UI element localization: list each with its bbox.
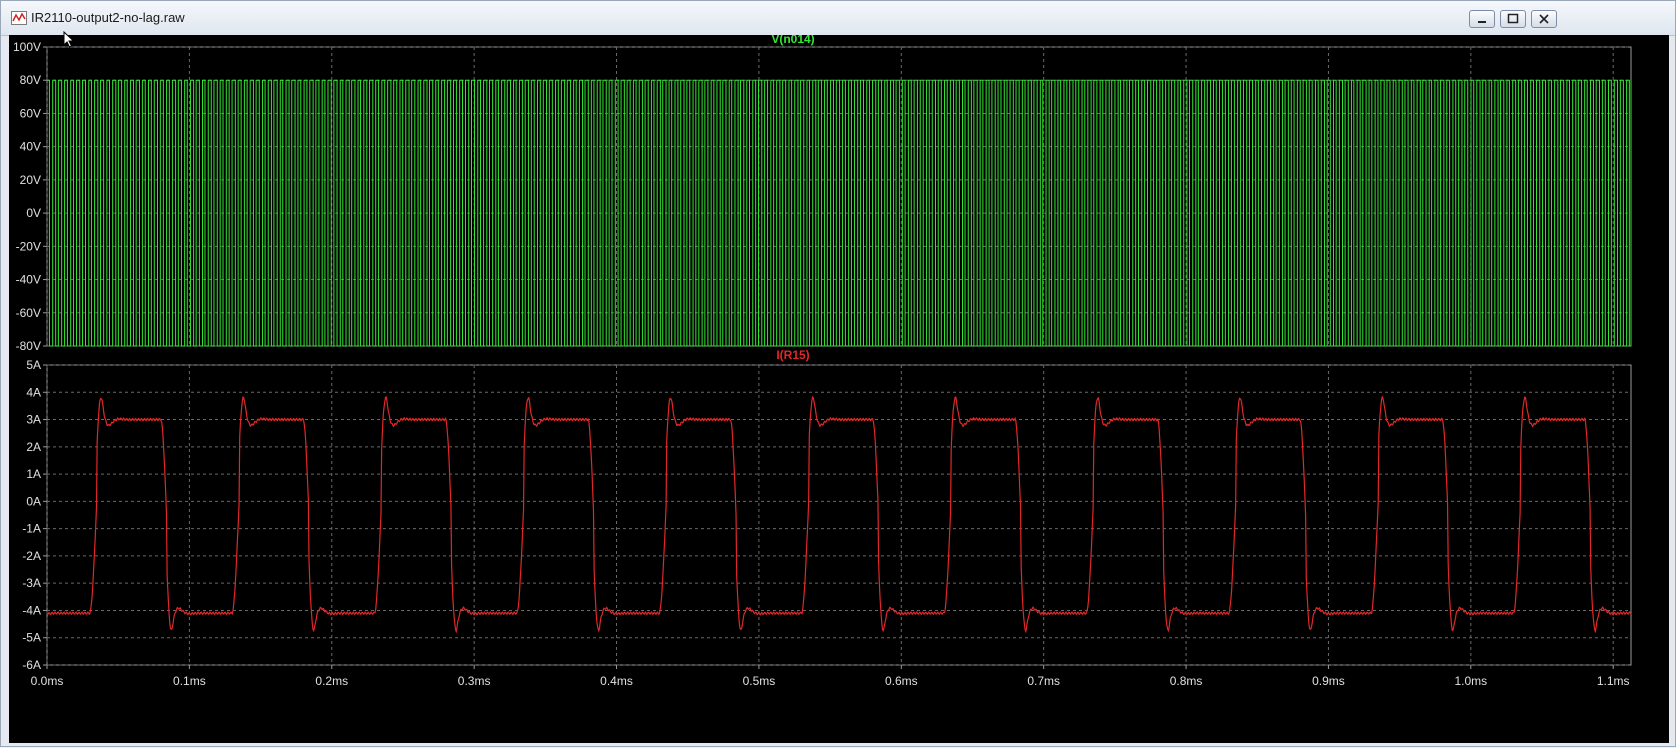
current-y-tick-label: -5A bbox=[22, 631, 41, 645]
time-tick-label: 0.6ms bbox=[885, 674, 918, 688]
minimize-icon bbox=[1478, 21, 1486, 23]
maximize-button[interactable] bbox=[1500, 10, 1526, 28]
voltage-y-tick-label: 0V bbox=[26, 206, 41, 220]
voltage-y-tick-label: 100V bbox=[13, 40, 41, 54]
time-tick-label: 0.7ms bbox=[1027, 674, 1060, 688]
maximize-icon bbox=[1507, 13, 1519, 24]
plot-window: IR2110-output2-no-lag.raw V(n014) 100V 80… bbox=[0, 0, 1676, 747]
current-pane[interactable]: I(R15) 5A 4A 3A 2A 1A 0A -1A -2A -3A -4A -5A -6A 0.… bbox=[22, 348, 1632, 688]
current-y-tick-label: 5A bbox=[26, 358, 41, 372]
current-y-axis: 5A 4A 3A 2A 1A 0A -1A -2A -3A -4A -5A -6A bbox=[22, 358, 47, 672]
mouse-cursor-icon bbox=[63, 30, 75, 54]
current-plot-frame bbox=[46, 364, 1632, 666]
voltage-y-tick-label: -20V bbox=[16, 239, 41, 253]
current-y-tick-label: 4A bbox=[26, 385, 41, 399]
current-trace-title[interactable]: I(R15) bbox=[776, 348, 809, 362]
current-trace[interactable] bbox=[46, 395, 1632, 634]
current-y-tick-label: -4A bbox=[22, 603, 41, 617]
voltage-y-tick-label: -40V bbox=[16, 273, 41, 287]
voltage-trace-title[interactable]: V(n014) bbox=[771, 32, 814, 46]
title-bar[interactable]: IR2110-output2-no-lag.raw bbox=[1, 1, 1675, 36]
time-tick-label: 0.1ms bbox=[173, 674, 206, 688]
time-tick-label: 0.0ms bbox=[31, 674, 64, 688]
current-y-tick-label: 3A bbox=[26, 413, 41, 427]
current-y-tick-label: 1A bbox=[26, 467, 41, 481]
current-y-tick-label: -6A bbox=[22, 658, 41, 672]
current-y-tick-label: 0A bbox=[26, 494, 41, 508]
time-axis: 0.0ms 0.1ms 0.2ms 0.3ms 0.4ms 0.5ms 0.6ms 0.7ms… bbox=[31, 665, 1630, 688]
voltage-y-tick-label: 20V bbox=[20, 173, 41, 187]
close-icon bbox=[1539, 14, 1549, 24]
voltage-y-tick-label: -80V bbox=[16, 339, 41, 353]
voltage-y-tick-label: 40V bbox=[20, 140, 41, 154]
time-tick-label: 0.3ms bbox=[458, 674, 491, 688]
time-tick-label: 1.0ms bbox=[1454, 674, 1487, 688]
voltage-y-tick-label: -60V bbox=[16, 306, 41, 320]
time-tick-label: 0.2ms bbox=[315, 674, 348, 688]
time-tick-label: 1.1ms bbox=[1597, 674, 1630, 688]
current-series-line[interactable] bbox=[46, 395, 1632, 634]
minimize-button[interactable] bbox=[1469, 10, 1495, 28]
waveform-icon bbox=[11, 11, 27, 25]
current-y-tick-label: -2A bbox=[22, 549, 41, 563]
window-title: IR2110-output2-no-lag.raw bbox=[31, 10, 185, 25]
time-tick-label: 0.4ms bbox=[600, 674, 633, 688]
voltage-y-axis: 100V 80V 60V 40V 20V 0V -20V -40V -60V -80V bbox=[13, 40, 47, 353]
current-y-tick-label: -3A bbox=[22, 576, 41, 590]
close-button[interactable] bbox=[1531, 10, 1557, 28]
plot-area[interactable]: V(n014) 100V 80V 60V 40V 20V 0V -20V -40V -60V -8… bbox=[9, 32, 1669, 743]
voltage-y-tick-label: 60V bbox=[20, 106, 41, 120]
current-grid bbox=[46, 364, 1631, 666]
time-tick-label: 0.5ms bbox=[743, 674, 776, 688]
time-tick-label: 0.9ms bbox=[1312, 674, 1345, 688]
voltage-y-tick-label: 80V bbox=[20, 73, 41, 87]
time-tick-label: 0.8ms bbox=[1170, 674, 1203, 688]
waveform-plots[interactable]: V(n014) 100V 80V 60V 40V 20V 0V -20V -40V -60V -8… bbox=[9, 32, 1669, 743]
current-y-tick-label: 2A bbox=[26, 440, 41, 454]
voltage-pane[interactable]: V(n014) 100V 80V 60V 40V 20V 0V -20V -40V -60V -8… bbox=[13, 32, 1632, 353]
current-y-tick-label: -1A bbox=[22, 522, 41, 536]
